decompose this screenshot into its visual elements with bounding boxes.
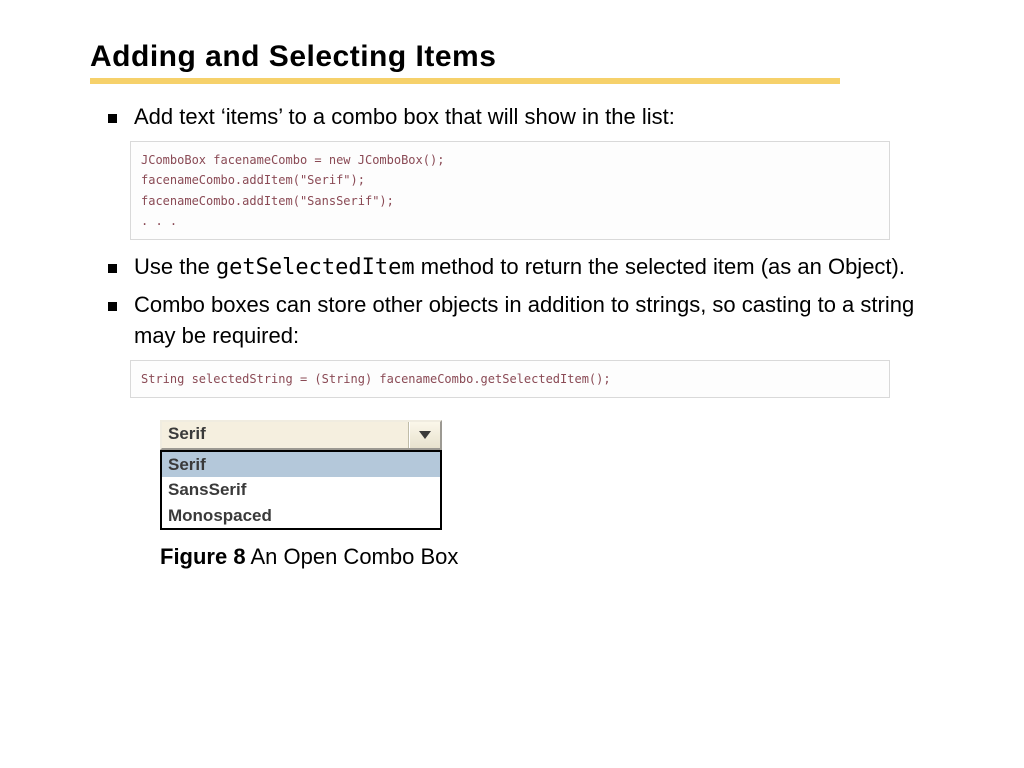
figure-caption: Figure 8 An Open Combo Box [160, 544, 934, 570]
bullet-list-2: Use the getSelectedItem method to return… [90, 252, 934, 351]
bullet-2-method: getSelectedItem [216, 255, 415, 280]
slide: Adding and Selecting Items Add text ‘ite… [0, 0, 1024, 600]
combo-option[interactable]: Serif [162, 452, 440, 477]
code-block-1: JComboBox facenameCombo = new JComboBox(… [130, 141, 890, 241]
title-rule [90, 78, 840, 84]
bullet-1: Add text ‘items’ to a combo box that wil… [130, 102, 934, 133]
code-block-2: String selectedString = (String) facenam… [130, 360, 890, 398]
combo-selected-value: Serif [162, 422, 409, 448]
bullet-2-post: method to return the selected item (as a… [415, 254, 905, 279]
combo-box[interactable]: Serif Serif SansSerif Monospaced [160, 420, 442, 530]
bullet-3: Combo boxes can store other objects in a… [130, 290, 934, 352]
figure-caption-text: An Open Combo Box [246, 544, 459, 569]
bullet-list: Add text ‘items’ to a combo box that wil… [90, 102, 934, 133]
page-title: Adding and Selecting Items [90, 40, 934, 74]
figure: Serif Serif SansSerif Monospaced Figure … [160, 420, 934, 570]
combo-option[interactable]: Monospaced [162, 503, 440, 528]
figure-label: Figure 8 [160, 544, 246, 569]
combo-closed[interactable]: Serif [160, 420, 442, 450]
chevron-down-icon[interactable] [409, 422, 440, 448]
combo-dropdown[interactable]: Serif SansSerif Monospaced [160, 450, 442, 530]
bullet-2: Use the getSelectedItem method to return… [130, 252, 934, 284]
bullet-2-pre: Use the [134, 254, 216, 279]
combo-option[interactable]: SansSerif [162, 477, 440, 502]
